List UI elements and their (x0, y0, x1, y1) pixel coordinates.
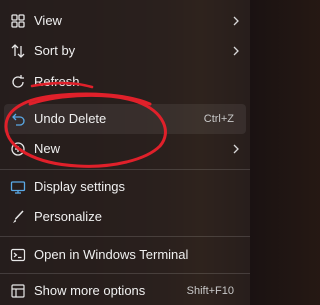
chevron-right-icon (233, 46, 239, 56)
menu-item-refresh[interactable]: Refresh (4, 67, 246, 97)
more-options-icon (8, 281, 28, 301)
menu-item-personalize[interactable]: Personalize (4, 202, 246, 232)
chevron-right-icon (233, 144, 239, 154)
menu-item-label: Undo Delete (34, 111, 107, 126)
menu-item-display-settings[interactable]: Display settings (4, 172, 246, 202)
desktop-context-menu: View Sort by Refresh Undo Delete Ctrl+Z … (0, 0, 250, 305)
menu-item-label: Display settings (34, 179, 126, 194)
menu-item-open-windows-terminal[interactable]: Open in Windows Terminal (4, 240, 246, 270)
menu-item-view[interactable]: View (4, 6, 246, 36)
menu-divider (0, 169, 250, 170)
menu-item-new[interactable]: New (4, 134, 246, 164)
menu-item-label: Open in Windows Terminal (34, 247, 189, 262)
new-plus-icon (8, 139, 28, 159)
menu-divider (0, 273, 250, 274)
menu-item-label: Show more options (34, 283, 146, 298)
menu-item-undo-delete[interactable]: Undo Delete Ctrl+Z (4, 104, 246, 134)
shortcut-hint: Ctrl+Z (203, 113, 234, 125)
menu-divider (0, 236, 250, 237)
menu-item-show-more-options[interactable]: Show more options Shift+F10 (4, 276, 246, 305)
view-grid-icon (8, 11, 28, 31)
menu-item-label: New (34, 141, 61, 156)
menu-item-label: Personalize (34, 209, 102, 224)
terminal-icon (8, 245, 28, 265)
refresh-icon (8, 72, 28, 92)
sort-icon (8, 41, 28, 61)
menu-item-label: Sort by (34, 43, 76, 58)
shortcut-hint: Shift+F10 (186, 285, 234, 297)
display-icon (8, 177, 28, 197)
menu-item-label: View (34, 13, 62, 28)
undo-icon (8, 109, 28, 129)
personalize-brush-icon (8, 207, 28, 227)
chevron-right-icon (233, 16, 239, 26)
menu-item-sort-by[interactable]: Sort by (4, 36, 246, 66)
menu-item-label: Refresh (34, 74, 80, 89)
